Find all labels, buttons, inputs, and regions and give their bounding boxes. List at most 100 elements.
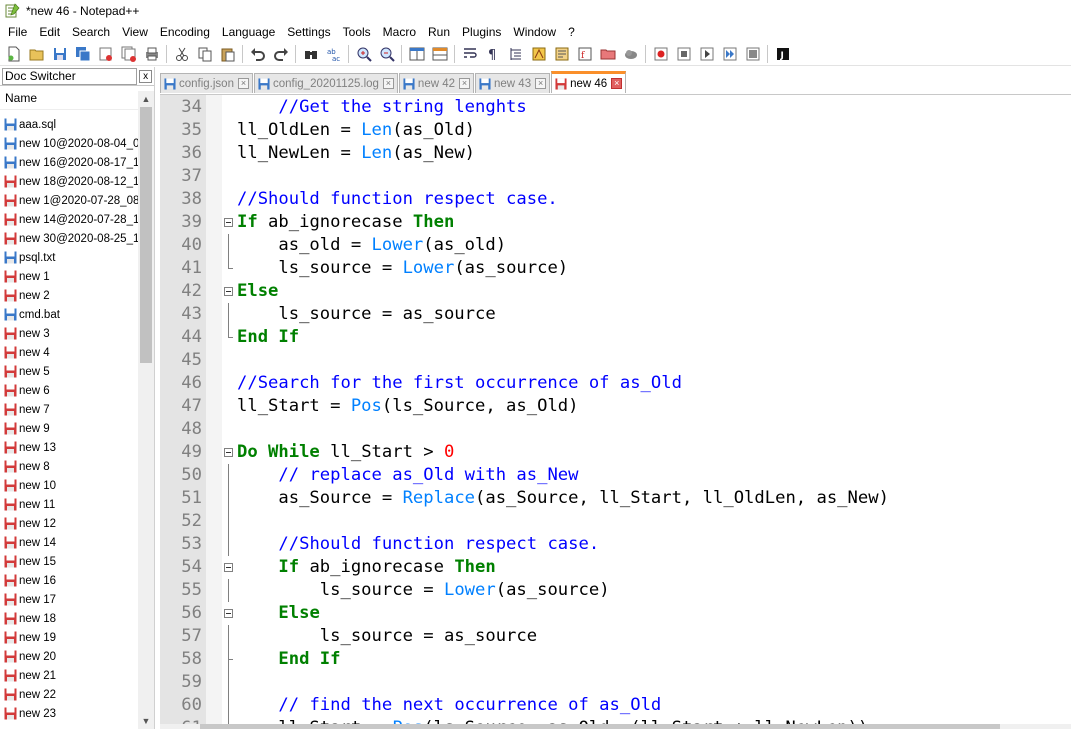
doc-list-item[interactable]: new 19 (0, 628, 138, 647)
code-line[interactable]: 45 (160, 349, 1071, 372)
code-line[interactable]: 53 //Should function respect case. (160, 533, 1071, 556)
save-macro-icon[interactable] (741, 43, 764, 65)
code-line[interactable]: 41 ls_source = Lower(as_source) (160, 257, 1071, 280)
fold-toggle-icon[interactable] (224, 287, 233, 296)
fold-marker[interactable] (223, 211, 237, 234)
close-panel-icon[interactable]: x (139, 69, 152, 83)
scroll-down-icon[interactable]: ▼ (138, 713, 154, 729)
menu-settings[interactable]: Settings (281, 22, 336, 42)
find-icon[interactable] (299, 43, 322, 65)
paste-icon[interactable] (216, 43, 239, 65)
scrollbar-thumb[interactable] (140, 107, 152, 363)
code-line[interactable]: 47 ll_Start = Pos(ls_Source, as_Old) (160, 395, 1071, 418)
tab-close-icon[interactable]: × (382, 78, 394, 89)
new-file-icon[interactable] (2, 43, 25, 65)
code-line[interactable]: 37 (160, 165, 1071, 188)
zoom-out-icon[interactable] (375, 43, 398, 65)
code-line[interactable]: 39 If ab_ignorecase Then (160, 211, 1071, 234)
doc-list-item[interactable]: new 12 (0, 514, 138, 533)
code-line[interactable]: 34 //Get the string lenghts (160, 96, 1071, 119)
doc-list-item[interactable]: new 7 (0, 400, 138, 419)
doc-list-item[interactable]: new 5 (0, 362, 138, 381)
menu-help[interactable]: ? (562, 22, 581, 42)
code-line[interactable]: 56 Else (160, 602, 1071, 625)
code-line[interactable]: 60 // find the next occurrence of as_Old (160, 694, 1071, 717)
doc-list-item[interactable]: new 10@2020-08-04_0 (0, 134, 138, 153)
menu-plugins[interactable]: Plugins (456, 22, 507, 42)
code-line[interactable]: 36 ll_NewLen = Len(as_New) (160, 142, 1071, 165)
monitoring-icon[interactable] (619, 43, 642, 65)
open-file-icon[interactable] (25, 43, 48, 65)
doc-list-item[interactable]: new 16 (0, 571, 138, 590)
doc-list-item[interactable]: new 6 (0, 381, 138, 400)
code-line[interactable]: 43 ls_source = as_source (160, 303, 1071, 326)
code-line[interactable]: 58 End If (160, 648, 1071, 671)
doc-list-item[interactable]: new 4 (0, 343, 138, 362)
doc-switcher-scrollbar[interactable]: ▲ ▼ (138, 91, 154, 729)
menu-file[interactable]: File (2, 22, 33, 42)
doc-list-item[interactable]: new 9 (0, 419, 138, 438)
doc-list-item[interactable]: new 20 (0, 647, 138, 666)
tab-close-icon[interactable]: × (535, 78, 547, 89)
sync-horizontal-icon[interactable] (428, 43, 451, 65)
tab-new-43[interactable]: new 43 × (475, 73, 551, 93)
replace-icon[interactable]: ab ac (322, 43, 345, 65)
menu-tools[interactable]: Tools (337, 22, 377, 42)
code-line[interactable]: 50 // replace as_Old with as_New (160, 464, 1071, 487)
fold-toggle-icon[interactable] (224, 563, 233, 572)
tab-new-46[interactable]: new 46 × (551, 71, 627, 93)
user-language-icon[interactable] (527, 43, 550, 65)
show-all-chars-icon[interactable]: ¶ (481, 43, 504, 65)
hscroll-thumb[interactable] (200, 724, 1000, 729)
doc-list-item[interactable]: new 11 (0, 495, 138, 514)
fold-toggle-icon[interactable] (224, 218, 233, 227)
code-line[interactable]: 59 (160, 671, 1071, 694)
menu-view[interactable]: View (116, 22, 154, 42)
run-macro-multiple-icon[interactable] (718, 43, 741, 65)
copy-icon[interactable] (193, 43, 216, 65)
fold-marker[interactable] (223, 556, 237, 579)
code-line[interactable]: 55 ls_source = Lower(as_source) (160, 579, 1071, 602)
doc-list-item[interactable]: new 23 (0, 704, 138, 723)
tab-new-42[interactable]: new 42 × (398, 73, 475, 93)
code-line[interactable]: 38 //Should function respect case. (160, 188, 1071, 211)
doc-list-item[interactable]: new 16@2020-08-17_1 (0, 153, 138, 172)
code-line[interactable]: 51 as_Source = Replace(as_Source, ll_Sta… (160, 487, 1071, 510)
plugin-j-icon[interactable]: J (771, 43, 794, 65)
code-line[interactable]: 54 If ab_ignorecase Then (160, 556, 1071, 579)
menu-run[interactable]: Run (422, 22, 456, 42)
sync-vertical-icon[interactable] (405, 43, 428, 65)
menu-macro[interactable]: Macro (377, 22, 422, 42)
code-line[interactable]: 46 //Search for the first occurrence of a… (160, 372, 1071, 395)
menu-search[interactable]: Search (66, 22, 116, 42)
fold-marker[interactable] (223, 280, 237, 303)
horizontal-scrollbar[interactable] (160, 724, 1071, 729)
code-line[interactable]: 44 End If (160, 326, 1071, 349)
menu-window[interactable]: Window (507, 22, 562, 42)
doc-list-item[interactable]: new 21 (0, 666, 138, 685)
play-macro-icon[interactable] (695, 43, 718, 65)
save-icon[interactable] (48, 43, 71, 65)
undo-icon[interactable] (246, 43, 269, 65)
doc-list-item[interactable]: new 2 (0, 286, 138, 305)
menu-language[interactable]: Language (216, 22, 281, 42)
doc-list-item[interactable]: aaa.sql (0, 115, 138, 134)
code-line[interactable]: 40 as_old = Lower(as_old) (160, 234, 1071, 257)
menu-edit[interactable]: Edit (33, 22, 66, 42)
code-line[interactable]: 35 ll_OldLen = Len(as_Old) (160, 119, 1071, 142)
record-macro-icon[interactable] (649, 43, 672, 65)
doc-list-item[interactable]: new 13 (0, 438, 138, 457)
stop-macro-icon[interactable] (672, 43, 695, 65)
scroll-up-icon[interactable]: ▲ (138, 91, 154, 107)
doc-list-item[interactable]: new 1 (0, 267, 138, 286)
doc-list-item[interactable]: new 10 (0, 476, 138, 495)
name-column-header[interactable]: Name (0, 86, 154, 110)
close-all-icon[interactable] (117, 43, 140, 65)
doc-list-item[interactable]: new 18@2020-08-12_1 (0, 172, 138, 191)
tab-close-icon[interactable]: × (611, 78, 623, 89)
print-icon[interactable] (140, 43, 163, 65)
word-wrap-icon[interactable] (458, 43, 481, 65)
menu-encoding[interactable]: Encoding (154, 22, 216, 42)
function-list-icon[interactable]: f (573, 43, 596, 65)
doc-map-icon[interactable] (550, 43, 573, 65)
